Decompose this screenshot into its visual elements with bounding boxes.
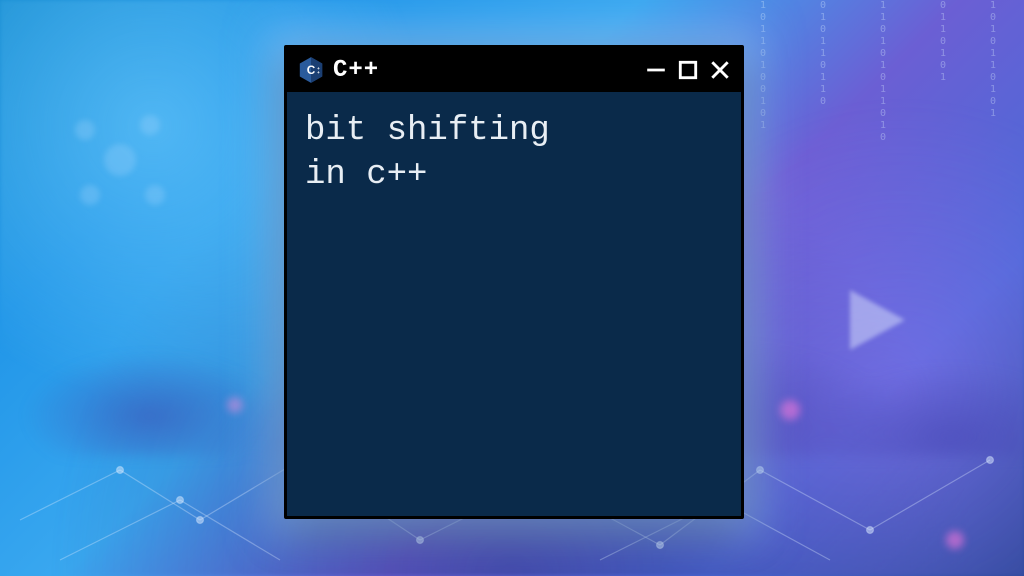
content-line: in c++ (305, 156, 427, 194)
titlebar: C + + C++ (287, 48, 741, 92)
close-button[interactable] (709, 59, 731, 81)
cpp-logo-icon: C + + (297, 56, 325, 84)
content-line: bit shifting (305, 112, 550, 150)
maximize-button[interactable] (677, 59, 699, 81)
minimize-button[interactable] (645, 59, 667, 81)
svg-text:+: + (317, 70, 320, 75)
terminal-content: bit shifting in c++ (287, 92, 741, 215)
window-title: C++ (333, 57, 637, 84)
window-controls (645, 59, 731, 81)
terminal-window: C + + C++ bit shifting in c++ (284, 45, 744, 519)
svg-text:C: C (307, 64, 316, 77)
